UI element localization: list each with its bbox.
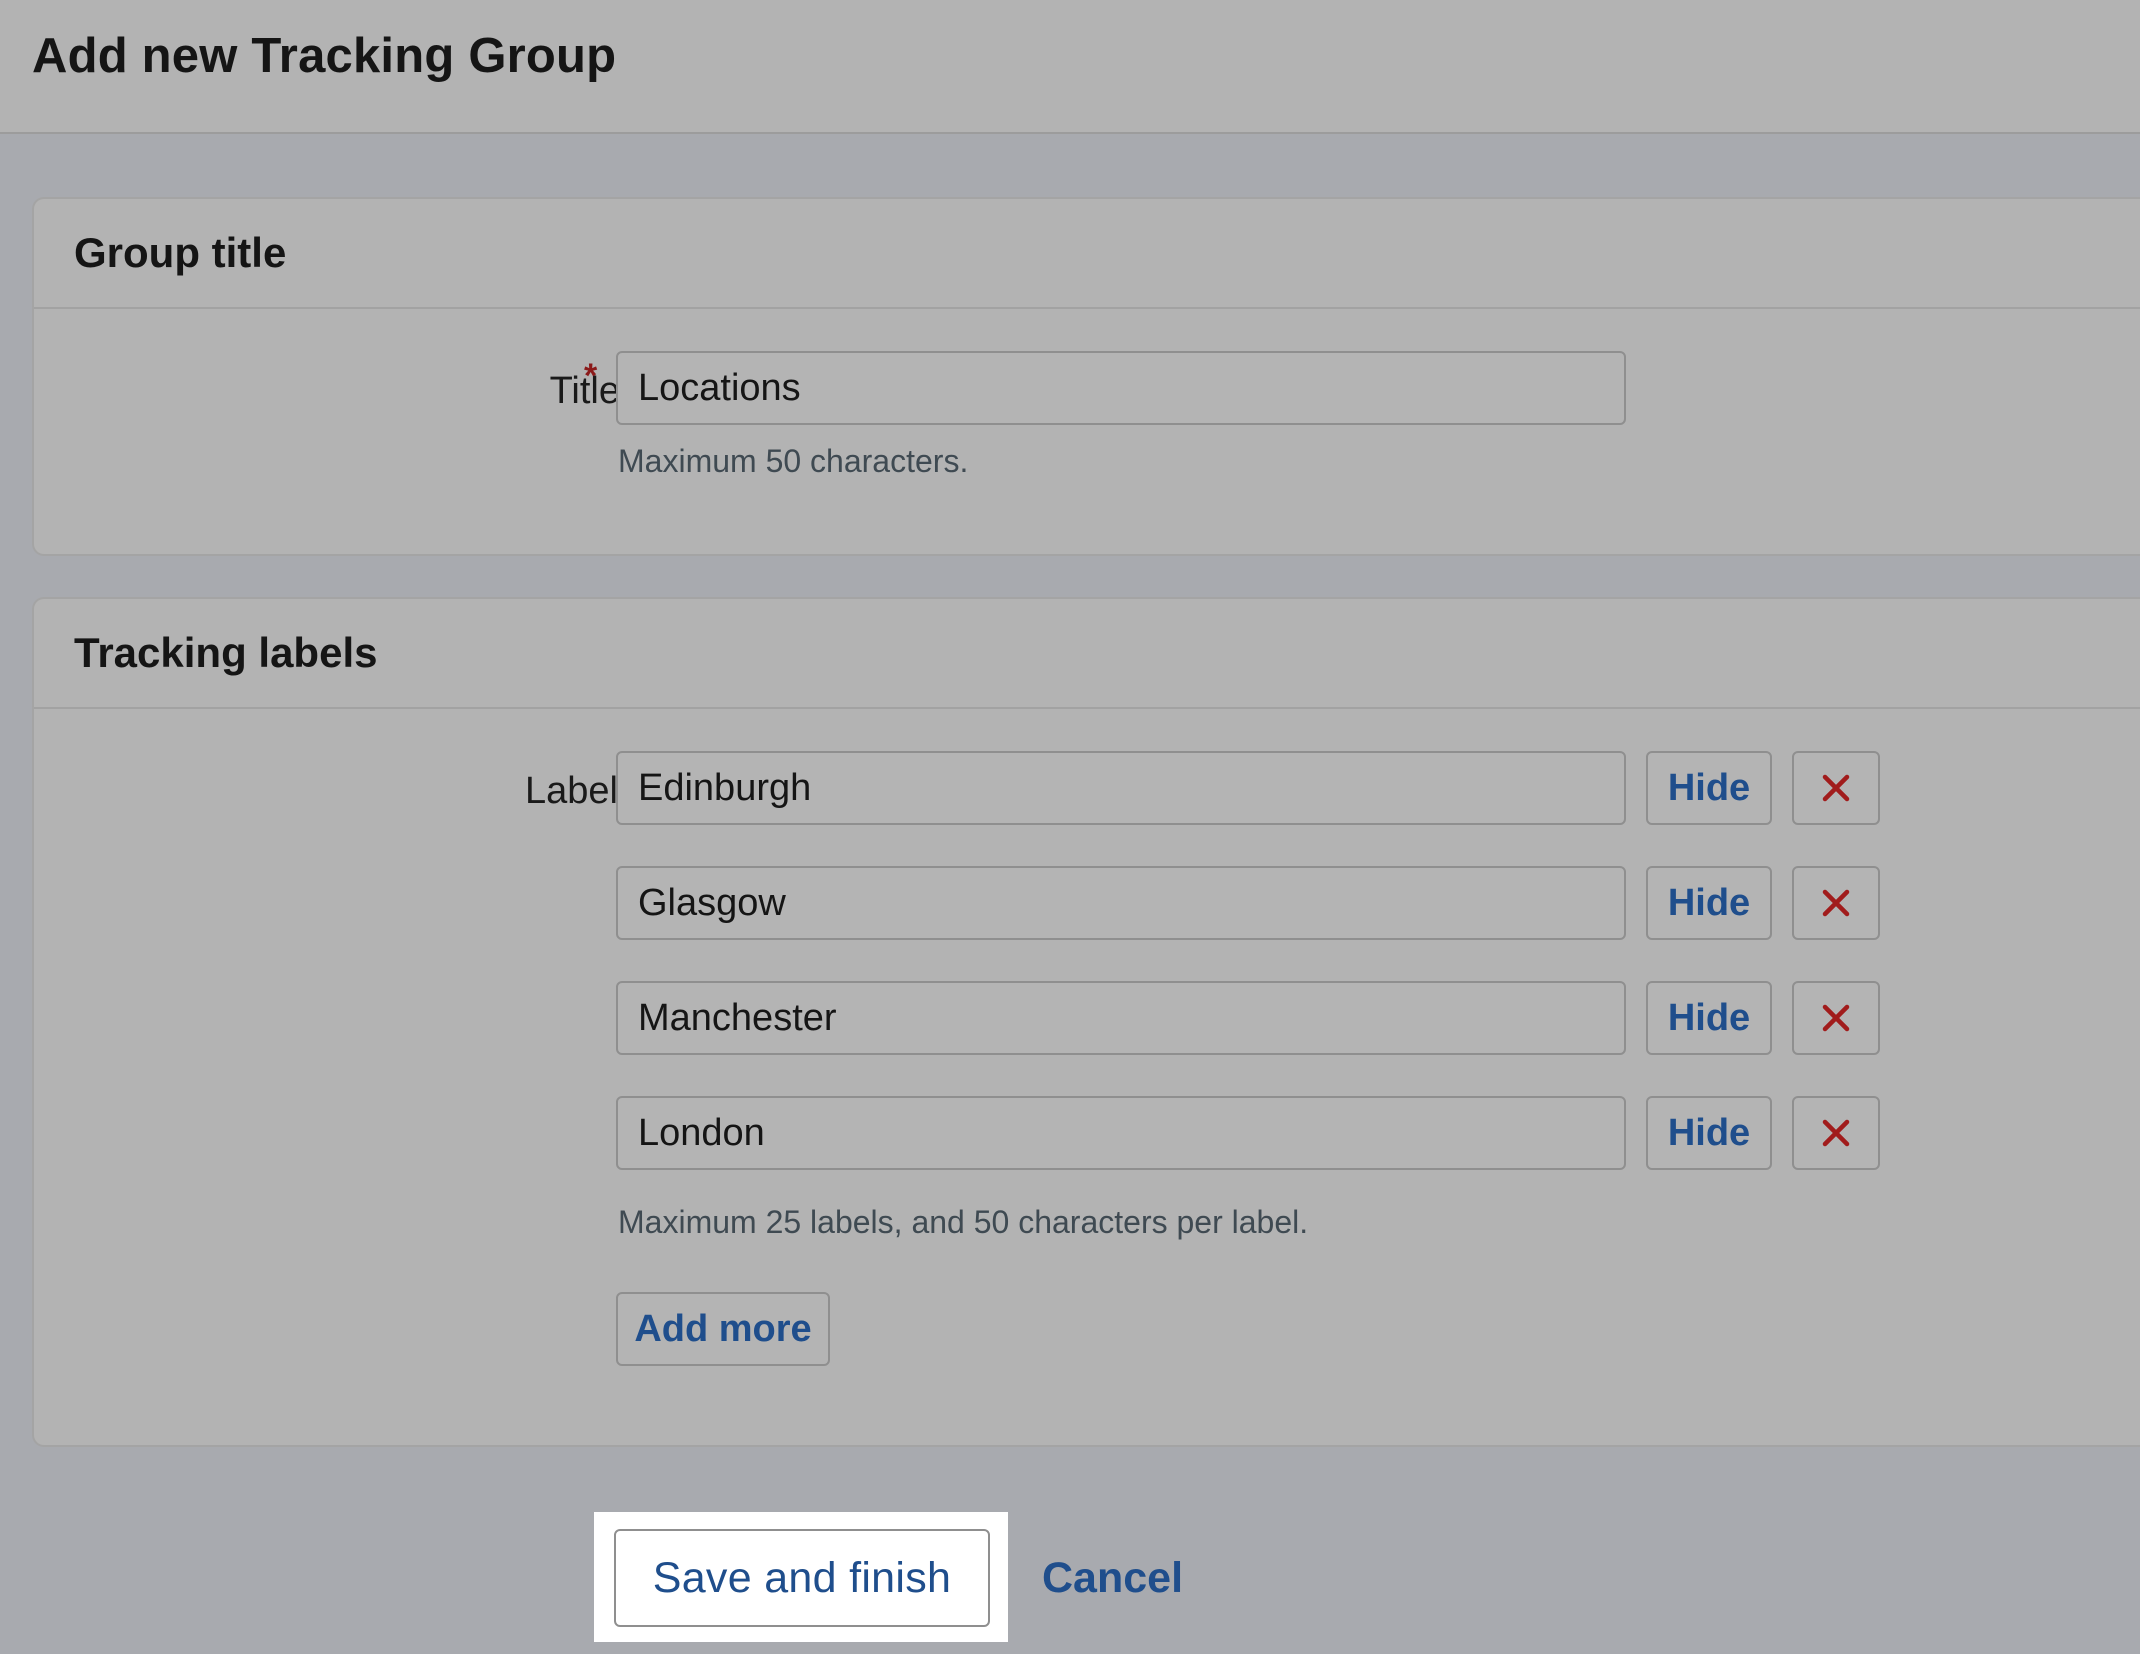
labels-hint: Maximum 25 labels, and 50 characters per… bbox=[618, 1204, 1309, 1240]
remove-button-edinburgh[interactable] bbox=[1792, 751, 1880, 825]
hide-button-edinburgh[interactable]: Hide bbox=[1646, 751, 1772, 825]
page-title: Add new Tracking Group bbox=[32, 29, 617, 83]
group-title-panel-header: Group title bbox=[34, 199, 2140, 309]
label-input-manchester[interactable] bbox=[616, 981, 1626, 1055]
hide-button-manchester[interactable]: Hide bbox=[1646, 981, 1772, 1055]
add-more-button[interactable]: Add more bbox=[616, 1292, 830, 1366]
tracking-labels-panel: Tracking labels Label Hide Hide Hide Hid… bbox=[32, 597, 2140, 1447]
close-x-icon bbox=[1822, 1119, 1850, 1147]
title-input[interactable] bbox=[616, 351, 1626, 425]
remove-button-london[interactable] bbox=[1792, 1096, 1880, 1170]
label-field-label: Label bbox=[525, 770, 618, 812]
title-hint: Maximum 50 characters. bbox=[618, 443, 969, 479]
hide-button-london[interactable]: Hide bbox=[1646, 1096, 1772, 1170]
group-title-heading: Group title bbox=[74, 229, 287, 276]
close-x-icon bbox=[1822, 1004, 1850, 1032]
label-input-edinburgh[interactable] bbox=[616, 751, 1626, 825]
close-x-icon bbox=[1822, 774, 1850, 802]
label-input-glasgow[interactable] bbox=[616, 866, 1626, 940]
save-and-finish-button[interactable]: Save and finish bbox=[614, 1529, 990, 1627]
required-asterisk: * bbox=[584, 357, 598, 395]
remove-button-manchester[interactable] bbox=[1792, 981, 1880, 1055]
tracking-labels-heading: Tracking labels bbox=[74, 629, 378, 676]
hide-button-glasgow[interactable]: Hide bbox=[1646, 866, 1772, 940]
tracking-labels-panel-header: Tracking labels bbox=[34, 599, 2140, 709]
cancel-link[interactable]: Cancel bbox=[1042, 1550, 1183, 1606]
page-header: Add new Tracking Group bbox=[0, 0, 2140, 134]
label-input-london[interactable] bbox=[616, 1096, 1626, 1170]
remove-button-glasgow[interactable] bbox=[1792, 866, 1880, 940]
close-x-icon bbox=[1822, 889, 1850, 917]
group-title-panel: Group title Title * Maximum 50 character… bbox=[32, 197, 2140, 556]
